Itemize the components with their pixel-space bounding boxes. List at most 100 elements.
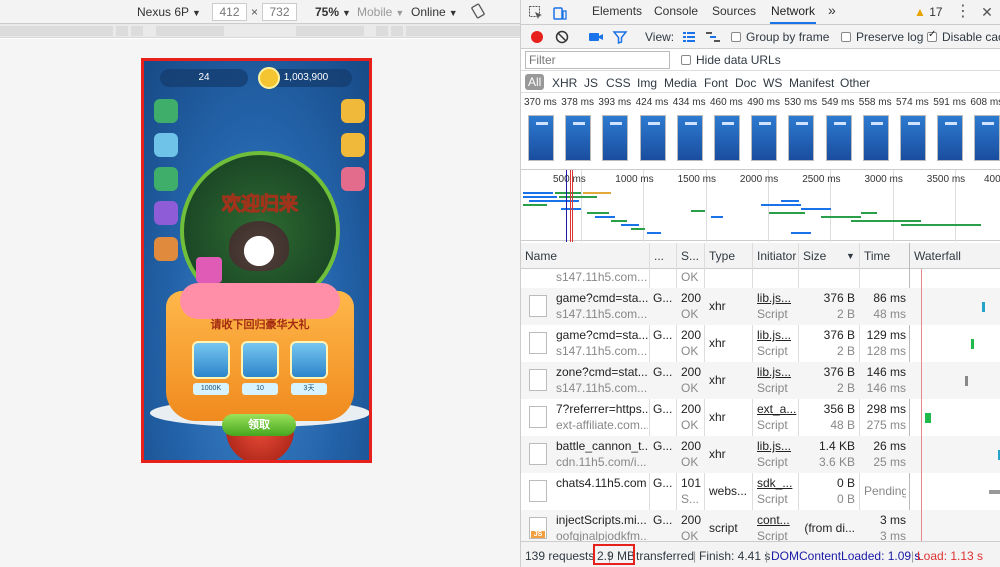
filmstrip-frame[interactable] — [862, 115, 889, 161]
filmstrip-frame[interactable] — [751, 115, 778, 161]
type-filter-img[interactable]: Img — [637, 76, 657, 90]
initiator-link[interactable]: lib.js... — [757, 328, 797, 342]
side-icon[interactable] — [154, 167, 178, 191]
request-row[interactable]: injectScripts.mi... oofgjnalpjodkfm... G..… — [521, 510, 1000, 541]
filmstrip-frame[interactable] — [528, 115, 554, 161]
large-rows-icon[interactable] — [681, 29, 697, 45]
inspect-icon[interactable] — [528, 5, 544, 21]
overview-icon[interactable] — [705, 29, 721, 45]
overview-request-bar — [611, 220, 627, 222]
filmstrip-frame[interactable] — [900, 115, 926, 161]
hide-data-urls-toggle[interactable]: Hide data URLs — [681, 53, 781, 67]
type-filter-all[interactable]: All — [525, 74, 545, 90]
zoom-select[interactable]: 75% ▼ — [315, 4, 351, 20]
request-row[interactable]: 7?referrer=https... ext-affiliate.com... G… — [521, 399, 1000, 436]
request-row[interactable]: s147.11h5.com...OK2 B49 ms — [521, 269, 1000, 288]
side-icon[interactable] — [154, 237, 178, 261]
filmstrip-frame[interactable] — [714, 115, 740, 161]
request-row[interactable]: battle_cannon_t... cdn.11h5.com/i... G... 2… — [521, 436, 1000, 473]
device-toolbar-icon[interactable] — [552, 5, 568, 21]
filmstrip-frame[interactable] — [639, 115, 666, 161]
column-initiator[interactable]: Initiator — [757, 249, 796, 263]
initiator-link[interactable]: ext_a... — [757, 402, 797, 416]
initiator-link[interactable]: sdk_... — [757, 476, 797, 490]
column-size[interactable]: Size — [803, 249, 826, 263]
record-icon[interactable] — [529, 29, 545, 45]
initiator-link[interactable]: cont... — [757, 513, 797, 527]
type-filter-css[interactable]: CSS — [606, 76, 631, 90]
request-row[interactable]: game?cmd=sta... s147.11h5.com... G... 200 OK… — [521, 288, 1000, 325]
network-toolbar: View: Group by frame Preserve log Disabl… — [521, 25, 1000, 49]
clear-icon[interactable] — [554, 29, 570, 45]
column-name[interactable]: Name — [525, 249, 557, 263]
transferred-label: transferred — [636, 549, 695, 563]
width-input[interactable]: 412 — [212, 3, 247, 21]
initiator-link[interactable]: lib.js... — [757, 365, 797, 379]
request-row[interactable]: zone?cmd=stat... s147.11h5.com... G... 200 O… — [521, 362, 1000, 399]
request-method: G... — [653, 402, 673, 416]
height-input[interactable]: 732 — [262, 3, 297, 21]
type-filter-other[interactable]: Other — [840, 76, 870, 90]
type-filter-xhr[interactable]: XHR — [552, 76, 577, 90]
type-filter-doc[interactable]: Doc — [735, 76, 756, 90]
column-time[interactable]: Time — [864, 249, 890, 263]
filmstrip-frame[interactable] — [937, 115, 964, 161]
request-domain: s147.11h5.com... — [556, 344, 648, 358]
close-icon[interactable]: ✕ — [979, 4, 995, 20]
column-type[interactable]: Type — [709, 249, 735, 263]
tab-network[interactable]: Network — [770, 4, 817, 24]
side-icon[interactable] — [341, 99, 365, 123]
initiator-link[interactable]: lib.js... — [757, 439, 797, 453]
filmstrip-frame[interactable] — [825, 115, 852, 161]
filmstrip-frame[interactable] — [974, 115, 1000, 161]
type-filter-media[interactable]: Media — [664, 76, 697, 90]
warnings-badge[interactable]: ▲ 17 — [914, 5, 943, 19]
screenshot-capture-icon[interactable] — [588, 29, 604, 45]
filmstrip-frame[interactable] — [676, 115, 703, 161]
side-icon[interactable] — [341, 133, 365, 157]
game-viewport[interactable]: 24 1,003,900 欢迎归来 请收下回归豪华大礼 1000K 10 3天 … — [141, 58, 372, 463]
filmstrip-frame[interactable] — [565, 115, 592, 161]
mode-select[interactable]: Mobile ▼ — [357, 4, 404, 20]
column-status[interactable]: S... — [681, 249, 699, 263]
claim-button[interactable]: 领取 — [222, 414, 296, 436]
more-tabs-button[interactable]: » — [828, 2, 836, 22]
side-icon[interactable] — [154, 133, 178, 157]
requests-table-body[interactable]: s147.11h5.com...OK2 B49 msgame?cmd=sta..… — [521, 269, 1000, 541]
column-method[interactable]: ... — [654, 249, 664, 263]
request-method: G... — [653, 476, 673, 490]
tab-console[interactable]: Console — [654, 4, 698, 24]
filmstrip-frame[interactable] — [788, 115, 815, 161]
type-filter-manifest[interactable]: Manifest — [789, 76, 834, 90]
request-row[interactable]: game?cmd=sta... s147.11h5.com... G... 200 OK… — [521, 325, 1000, 362]
filter-input[interactable] — [525, 51, 670, 69]
network-overview-timeline[interactable]: 500 ms 1000 ms 1500 ms 2000 ms 2500 ms 3000 m… — [521, 169, 1000, 242]
filter-icon[interactable] — [612, 29, 628, 45]
side-icon[interactable] — [341, 167, 365, 191]
device-select[interactable]: Nexus 6P ▼ — [137, 4, 201, 20]
group-by-frame-toggle[interactable]: Group by frame — [731, 30, 829, 44]
type-filter-js[interactable]: JS — [584, 76, 598, 90]
side-icon[interactable] — [154, 99, 178, 123]
media-query-bar[interactable] — [0, 24, 520, 38]
filmstrip-frame[interactable] — [602, 115, 629, 161]
reward-label: 1000K — [193, 383, 229, 395]
tab-sources[interactable]: Sources — [712, 4, 756, 24]
kebab-menu-icon[interactable]: ⋮ — [955, 4, 971, 20]
column-waterfall[interactable]: Waterfall — [914, 249, 961, 263]
initiator-link[interactable]: lib.js... — [757, 291, 797, 305]
preserve-log-toggle[interactable]: Preserve log — [841, 30, 923, 44]
type-filter-ws[interactable]: WS — [763, 76, 782, 90]
file-icon — [529, 480, 547, 502]
type-filter-font[interactable]: Font — [704, 76, 728, 90]
rotate-icon[interactable] — [470, 3, 486, 19]
initiator-type: Script — [757, 307, 788, 321]
side-icon[interactable] — [154, 201, 178, 225]
disable-cache-toggle[interactable]: Disable cac — [927, 29, 1000, 44]
hide-data-urls-label: Hide data URLs — [696, 53, 781, 67]
network-select[interactable]: Online ▼ — [411, 4, 458, 20]
request-row[interactable]: chats4.11h5.com G... 101 S... webs... sdk_...… — [521, 473, 1000, 510]
tab-elements[interactable]: Elements — [592, 4, 642, 24]
request-type: xhr — [709, 447, 726, 461]
separator: | — [911, 549, 915, 563]
